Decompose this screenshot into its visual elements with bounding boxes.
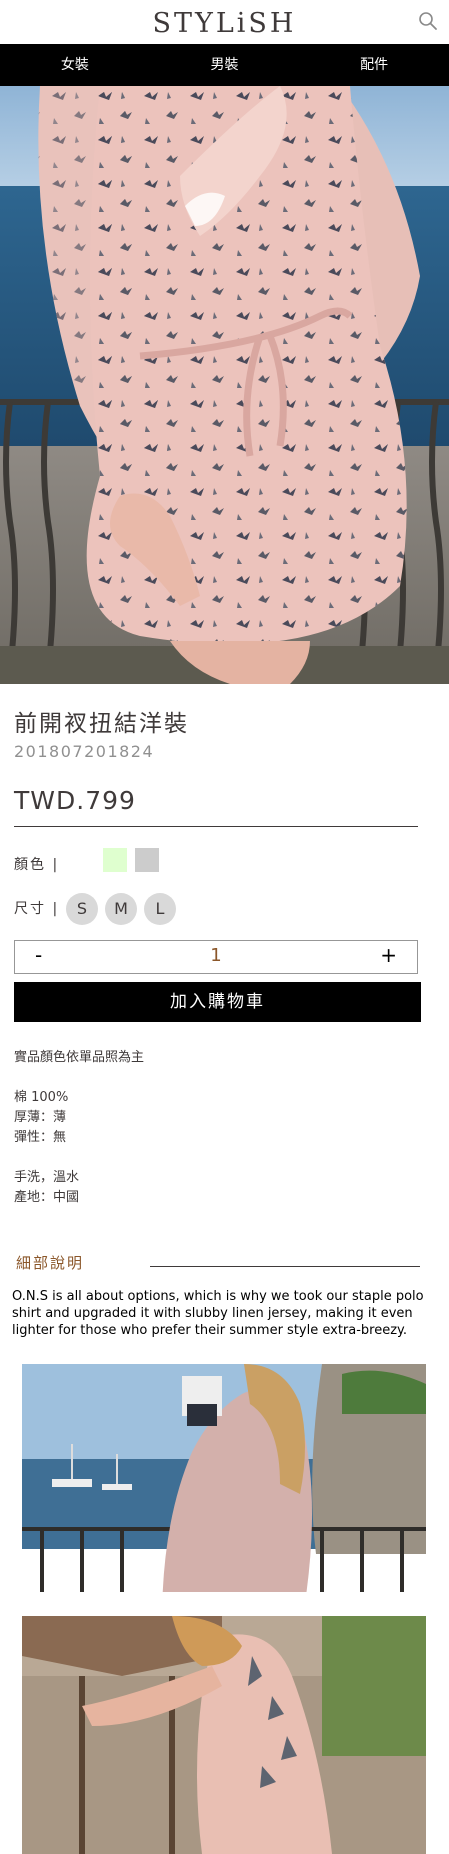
quantity-decrease-button[interactable]: - <box>35 943 42 967</box>
header: STYLiSH <box>0 0 449 44</box>
size-option-l[interactable]: L <box>144 893 176 925</box>
product-main-image <box>0 86 449 684</box>
note-line: 厚薄：薄 <box>14 1110 67 1125</box>
size-option-m[interactable]: M <box>105 893 137 925</box>
add-to-cart-button[interactable]: 加入購物車 <box>14 982 421 1022</box>
details-heading: 細部說明 <box>16 1254 85 1272</box>
quantity-selector: - 1 + <box>14 940 418 974</box>
details-story: O.N.S is all about options, which is why… <box>12 1289 424 1338</box>
product-notes: 實品顏色依單品照為主 棉 100% 厚薄：薄 彈性：無 手洗，溫水 產地：中國 <box>14 1048 144 1208</box>
category-nav: 女裝 男裝 配件 <box>0 44 449 86</box>
note-line: 實品顏色依單品照為主 <box>14 1050 145 1065</box>
quantity-value: 1 <box>210 945 222 966</box>
nav-item-accessories[interactable]: 配件 <box>299 44 449 86</box>
price-divider <box>14 826 418 827</box>
note-line: 手洗，溫水 <box>14 1170 80 1185</box>
note-line: 棉 100% <box>14 1090 69 1105</box>
detail-image-2 <box>22 1616 426 1854</box>
details-heading-line <box>150 1266 420 1267</box>
logo[interactable]: STYLiSH <box>0 8 449 39</box>
nav-item-men[interactable]: 男裝 <box>150 44 300 86</box>
search-icon[interactable] <box>417 10 439 32</box>
color-label: 顏色 | <box>14 857 60 873</box>
note-line <box>14 1148 144 1168</box>
size-option-s[interactable]: S <box>66 893 98 925</box>
product-id: 201807201824 <box>14 742 155 761</box>
product-title: 前開衩扭結洋裝 <box>14 711 189 737</box>
product-price: TWD.799 <box>14 786 136 815</box>
detail-image-1 <box>22 1364 426 1592</box>
color-swatch-gray[interactable] <box>135 848 159 872</box>
quantity-increase-button[interactable]: + <box>380 943 397 967</box>
note-line: 產地：中國 <box>14 1190 80 1205</box>
note-line <box>14 1068 144 1088</box>
nav-item-women[interactable]: 女裝 <box>0 44 150 86</box>
note-line: 彈性：無 <box>14 1130 67 1145</box>
color-swatch-green[interactable] <box>103 848 127 872</box>
size-label: 尺寸 | <box>14 901 60 917</box>
